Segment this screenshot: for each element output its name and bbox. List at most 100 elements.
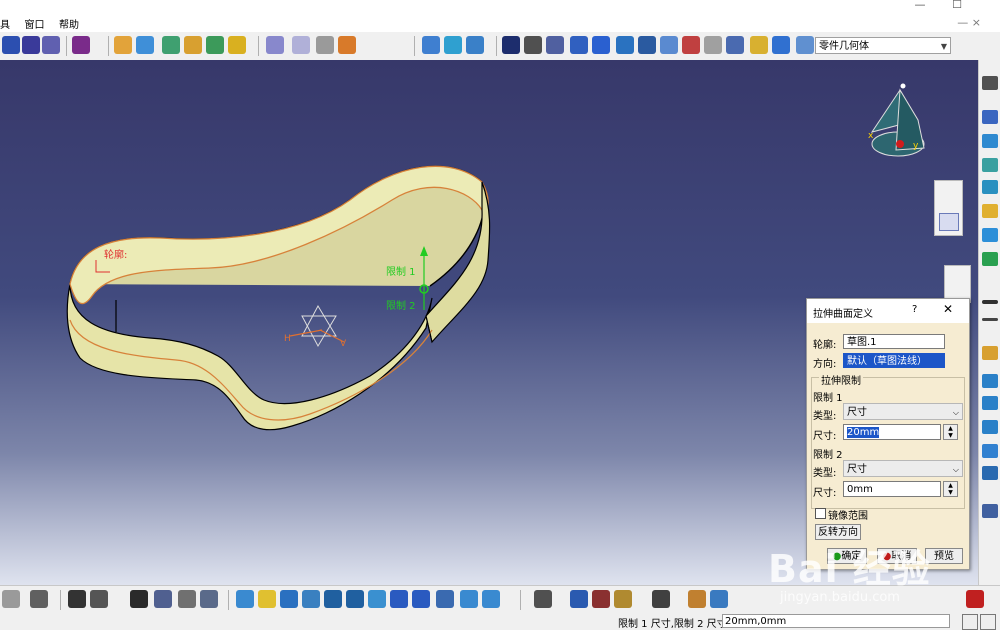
cut-icon[interactable]	[2, 590, 20, 608]
formula-icon[interactable]	[68, 590, 86, 608]
swap-space-icon[interactable]	[482, 590, 500, 608]
blend-surface-icon[interactable]	[228, 36, 246, 54]
minimize-button[interactable]: —	[905, 0, 935, 11]
point-icon[interactable]	[570, 36, 588, 54]
body-select-dropdown[interactable]: 零件几何体 ▼	[815, 37, 951, 54]
spline-icon[interactable]	[982, 180, 998, 194]
book-icon[interactable]	[22, 36, 40, 54]
limit1-label[interactable]: 限制 1	[386, 265, 416, 278]
table-icon[interactable]	[130, 590, 148, 608]
status-toggle-icon[interactable]	[962, 614, 978, 630]
comment-icon[interactable]	[90, 590, 108, 608]
capture-icon[interactable]	[652, 590, 670, 608]
fill-surface-icon[interactable]	[184, 36, 202, 54]
parallel-icon[interactable]	[982, 466, 998, 480]
grid-toggle-icon[interactable]	[982, 110, 998, 124]
arc-icon[interactable]	[982, 158, 998, 172]
axis-tool-icon[interactable]	[982, 318, 998, 321]
spiral-icon[interactable]	[502, 36, 520, 54]
limit2-label[interactable]: 限制 2	[386, 299, 416, 312]
point-tool-icon[interactable]	[982, 300, 998, 304]
hand-pan-icon[interactable]	[524, 36, 542, 54]
plane-icon[interactable]	[616, 36, 634, 54]
body-operation-icon[interactable]	[178, 590, 196, 608]
sheet-icon[interactable]	[982, 504, 998, 518]
fit-all-icon[interactable]	[258, 590, 276, 608]
intersection-icon[interactable]	[982, 396, 998, 410]
plane-tool-icon[interactable]	[982, 346, 998, 360]
fillet-icon[interactable]	[422, 36, 440, 54]
open-part-icon[interactable]	[2, 36, 20, 54]
limit2-dim-input[interactable]: 0mm	[843, 481, 941, 497]
mirror-checkbox[interactable]	[815, 508, 826, 519]
profile-tool-icon[interactable]	[982, 252, 998, 266]
iso-view-icon[interactable]	[412, 590, 430, 608]
close-icon[interactable]: ✕	[943, 302, 953, 316]
limit1-dim-input[interactable]: 20mm	[843, 424, 941, 440]
extruded-surface[interactable]	[66, 165, 491, 431]
profile-field[interactable]: 草图.1	[843, 334, 945, 349]
sheet-metal-icon[interactable]	[704, 36, 722, 54]
list-icon[interactable]	[200, 590, 218, 608]
floating-palette-analysis[interactable]	[934, 180, 963, 236]
trim-icon[interactable]	[338, 36, 356, 54]
multi-section-surface-icon[interactable]	[206, 36, 224, 54]
corner-tool-icon[interactable]	[982, 228, 998, 242]
split-icon[interactable]	[316, 36, 334, 54]
dialog-titlebar[interactable]: 拉伸曲面定义 ? ✕	[807, 299, 969, 323]
direction-field[interactable]: 默认（草图法线）	[843, 353, 945, 368]
help-icon[interactable]: ?	[912, 304, 917, 315]
translate-icon[interactable]	[444, 36, 462, 54]
apply-material-icon[interactable]	[710, 590, 728, 608]
grid-icon[interactable]	[592, 36, 610, 54]
conic-icon[interactable]	[982, 204, 998, 218]
projection-icon[interactable]	[982, 374, 998, 388]
normal-view-icon[interactable]	[368, 590, 386, 608]
measure-icon[interactable]	[750, 36, 768, 54]
whats-this-icon[interactable]	[30, 590, 48, 608]
knowledge-icon[interactable]	[72, 36, 90, 54]
snap-icon[interactable]	[682, 36, 700, 54]
menu-item-window[interactable]: 窗口	[19, 14, 50, 31]
hierarchy-icon[interactable]	[154, 590, 172, 608]
zoom-out-icon[interactable]	[346, 590, 364, 608]
pan-icon[interactable]	[280, 590, 298, 608]
rotate-view-icon[interactable]	[302, 590, 320, 608]
heal-icon[interactable]	[292, 36, 310, 54]
limit1-type-select[interactable]: 尺寸 ⌵	[843, 403, 963, 420]
rotate-icon[interactable]	[466, 36, 484, 54]
shading-icon[interactable]	[436, 590, 454, 608]
maximize-button[interactable]: ☐	[942, 0, 972, 11]
tree-icon[interactable]	[726, 36, 744, 54]
limit1-spinner[interactable]: ▲ ▼	[943, 424, 958, 440]
limit2-type-select[interactable]: 尺寸 ⌵	[843, 460, 963, 477]
print-icon[interactable]	[534, 590, 552, 608]
material-icon[interactable]	[688, 590, 706, 608]
fly-icon[interactable]	[236, 590, 254, 608]
sketch-icon[interactable]	[982, 76, 998, 90]
power-input-field[interactable]: 20mm,0mm	[722, 614, 950, 628]
analysis-icon[interactable]	[772, 36, 790, 54]
measure-item-icon[interactable]	[592, 590, 610, 608]
offset-icon[interactable]	[982, 420, 998, 434]
cube-icon[interactable]	[638, 36, 656, 54]
join-icon[interactable]	[266, 36, 284, 54]
corner-icon[interactable]	[660, 36, 678, 54]
hide-show-icon[interactable]	[460, 590, 478, 608]
axis-system-icon[interactable]	[546, 36, 564, 54]
body-icon[interactable]	[796, 36, 814, 54]
sweep-surface-icon[interactable]	[162, 36, 180, 54]
document-restore-controls[interactable]: — ×	[957, 14, 986, 29]
menu-item-tools[interactable]: 具	[0, 14, 15, 31]
menu-item-help[interactable]: 帮助	[53, 14, 84, 31]
multi-view-icon[interactable]	[390, 590, 408, 608]
line-icon[interactable]	[982, 134, 998, 148]
measure-between-icon[interactable]	[570, 590, 588, 608]
extrude-surface-icon[interactable]	[114, 36, 132, 54]
surface-analysis-icon[interactable]	[939, 213, 959, 231]
zoom-in-icon[interactable]	[324, 590, 342, 608]
circle-tool-icon[interactable]	[982, 444, 998, 458]
catalog-icon[interactable]	[42, 36, 60, 54]
limit2-spinner[interactable]: ▲ ▼	[943, 481, 958, 497]
mass-icon[interactable]	[614, 590, 632, 608]
